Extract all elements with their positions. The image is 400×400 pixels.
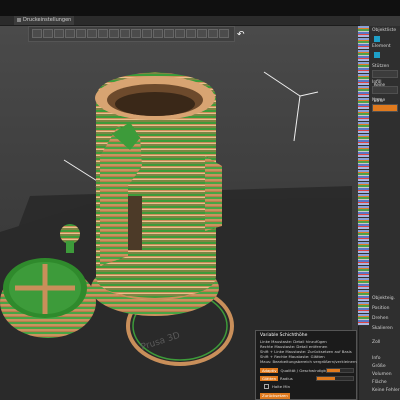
quality-label: Qualität / Geschwindigkeit [280, 368, 331, 373]
undo-icon[interactable]: ↶ [237, 30, 249, 40]
panel-title: Variable Schichthöhe [260, 333, 308, 338]
reset-button[interactable]: Zurücksetzen [260, 393, 290, 399]
cut-icon[interactable] [76, 29, 86, 38]
title-bar [0, 0, 400, 16]
smooth-button[interactable]: Glätten [260, 376, 279, 381]
tab-label: Druckeinstellungen [23, 17, 72, 23]
layers-icon[interactable] [186, 29, 196, 38]
slice-icon[interactable] [175, 29, 185, 38]
copy-icon[interactable] [142, 29, 152, 38]
seam-icon[interactable] [98, 29, 108, 38]
volume-label: Volumen [372, 372, 392, 377]
no-errors-label: Keine Fehler [372, 388, 400, 393]
rotate-icon[interactable] [54, 29, 64, 38]
position-label: Position [372, 306, 390, 311]
element-label: Element [372, 44, 391, 49]
size-label: Größe [372, 364, 386, 369]
adaptive-button[interactable]: Adaptiv [260, 368, 279, 373]
layer-height-profile[interactable] [358, 26, 369, 326]
supports-select[interactable]: Keine [372, 70, 398, 87]
settings-icon [17, 17, 21, 22]
object-properties-label: Objekteig. [372, 296, 396, 301]
variable-layer-height-panel: Variable Schichthöhe Linke Maustaste: De… [255, 330, 357, 400]
object-list-label: Objektliste [372, 28, 397, 33]
place-icon[interactable] [65, 29, 75, 38]
info-label: Info [372, 356, 381, 361]
radius-slider[interactable] [316, 376, 354, 381]
hint-line: Maus: Bearbeitungsbereich vergrößern/ver… [260, 359, 357, 364]
delete-icon[interactable] [153, 29, 163, 38]
paint-icon[interactable] [87, 29, 97, 38]
scale-icon[interactable] [43, 29, 53, 38]
part-icon [374, 52, 380, 58]
scale-label: Skalieren [372, 326, 393, 331]
measure-icon[interactable] [120, 29, 130, 38]
keep-min-label: Halte Min [272, 384, 291, 389]
object-name-row[interactable] [372, 104, 398, 112]
arrange-icon[interactable] [131, 29, 141, 38]
view-icon[interactable] [197, 29, 207, 38]
move-icon[interactable] [32, 29, 42, 38]
top-toolbar: ↶ [28, 26, 245, 42]
area-label: Fläche [372, 380, 387, 385]
infill-label: Infill [372, 80, 382, 85]
tab-bar: Druckeinstellungen [0, 16, 360, 26]
support-icon[interactable] [109, 29, 119, 38]
grid-icon[interactable] [219, 29, 229, 38]
split-icon[interactable] [164, 29, 174, 38]
keep-min-checkbox[interactable] [264, 384, 269, 389]
object-icon [374, 36, 380, 42]
supports-label: Stützen [372, 64, 390, 69]
radius-label: Radius [280, 376, 293, 381]
infill-select[interactable]: 25% [372, 86, 398, 103]
rotate-label: Drehen [372, 316, 389, 321]
zoom-icon[interactable] [208, 29, 218, 38]
tab-print-settings[interactable]: Druckeinstellungen [14, 16, 75, 25]
inch-label: Zoll [372, 340, 381, 345]
name-label: Name [372, 98, 386, 103]
quality-slider[interactable] [326, 368, 354, 373]
